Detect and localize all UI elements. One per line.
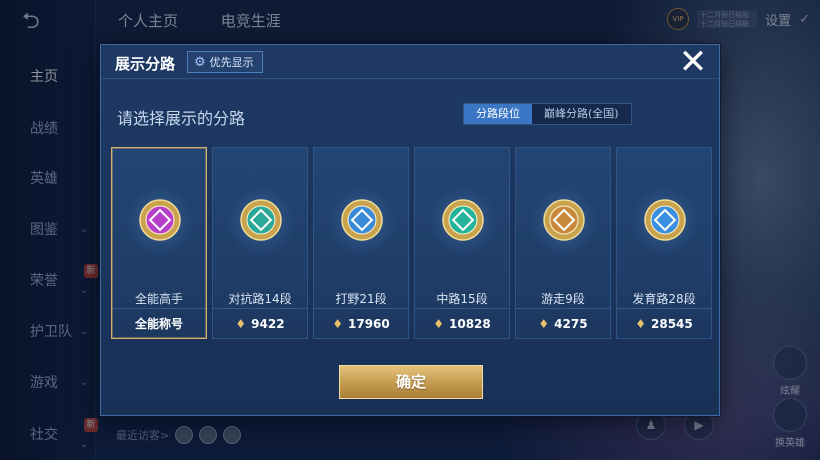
display-lane-dialog: 展示分路 ⚙ 优先显示 ✕ 请选择展示的分路 分路段位 巅峰分路(全国) 全能高… (100, 44, 720, 416)
lane-card-value: 4275 (554, 316, 588, 331)
rank-points-icon: ♦ (332, 316, 343, 331)
gear-icon: ⚙ (194, 54, 206, 70)
lane-card-label: 游走9段 (541, 292, 585, 306)
lane-card[interactable]: 打野21段 ♦ 17960 (313, 147, 409, 339)
rank-points-icon: ♦ (433, 316, 444, 331)
all-round-emblem-icon (139, 199, 181, 241)
clash-lane-emblem-icon (240, 199, 282, 241)
lane-card-label: 全能高手 (134, 292, 183, 306)
rank-points-icon: ♦ (538, 316, 550, 331)
rank-points-icon: ♦ (235, 316, 247, 331)
tab-lane-rank[interactable]: 分路段位 (464, 104, 532, 124)
lane-card-footer: ♦ 17960 (314, 308, 408, 338)
lane-card-footer: ♦ 10828 (415, 308, 509, 338)
lane-card-footer: ♦ 9422 (213, 308, 307, 338)
segment-control: 分路段位 巅峰分路(全国) (463, 103, 632, 125)
lane-card[interactable]: 中路15段 ♦ 10828 (414, 147, 510, 339)
tab-peak-lane[interactable]: 巅峰分路(全国) (532, 104, 631, 124)
rank-points-icon: ♦ (635, 316, 646, 331)
lane-card-footer: ♦ 28545 (617, 308, 711, 338)
lane-card-footer: ♦ 4275 (516, 308, 610, 338)
lane-card-label: 打野21段 (335, 292, 387, 306)
jungle-emblem-icon (341, 199, 383, 241)
dialog-title: 展示分路 (115, 55, 176, 73)
lane-card-value: 全能称号 (134, 317, 183, 331)
lane-card[interactable]: 对抗路14段 ♦ 9422 (212, 147, 308, 339)
dialog-prompt: 请选择展示的分路 (117, 109, 246, 128)
lane-card[interactable]: 发育路28段 ♦ 28545 (616, 147, 712, 339)
lane-card-value: 9422 (251, 316, 285, 331)
lane-card-value: 10828 (449, 316, 491, 331)
lane-card-value: 28545 (651, 316, 693, 331)
lane-card-label: 对抗路14段 (228, 292, 292, 306)
mid-lane-emblem-icon (442, 199, 484, 241)
lane-card-value: 17960 (348, 316, 390, 331)
priority-display-button[interactable]: ⚙ 优先显示 (187, 51, 263, 73)
lane-card-footer: 全能称号 (112, 308, 206, 338)
lane-card[interactable]: 游走9段 ♦ 4275 (515, 147, 611, 339)
roam-emblem-icon (543, 199, 585, 241)
lane-card-label: 发育路28段 (632, 292, 696, 306)
close-icon[interactable]: ✕ (677, 45, 709, 79)
dialog-header: 展示分路 ⚙ 优先显示 ✕ (101, 45, 719, 79)
lane-card-label: 中路15段 (436, 292, 488, 306)
confirm-button[interactable]: 确定 (339, 365, 483, 399)
lane-card[interactable]: 全能高手 全能称号 (111, 147, 207, 339)
priority-label: 优先显示 (209, 56, 254, 69)
farm-lane-emblem-icon (644, 199, 686, 241)
